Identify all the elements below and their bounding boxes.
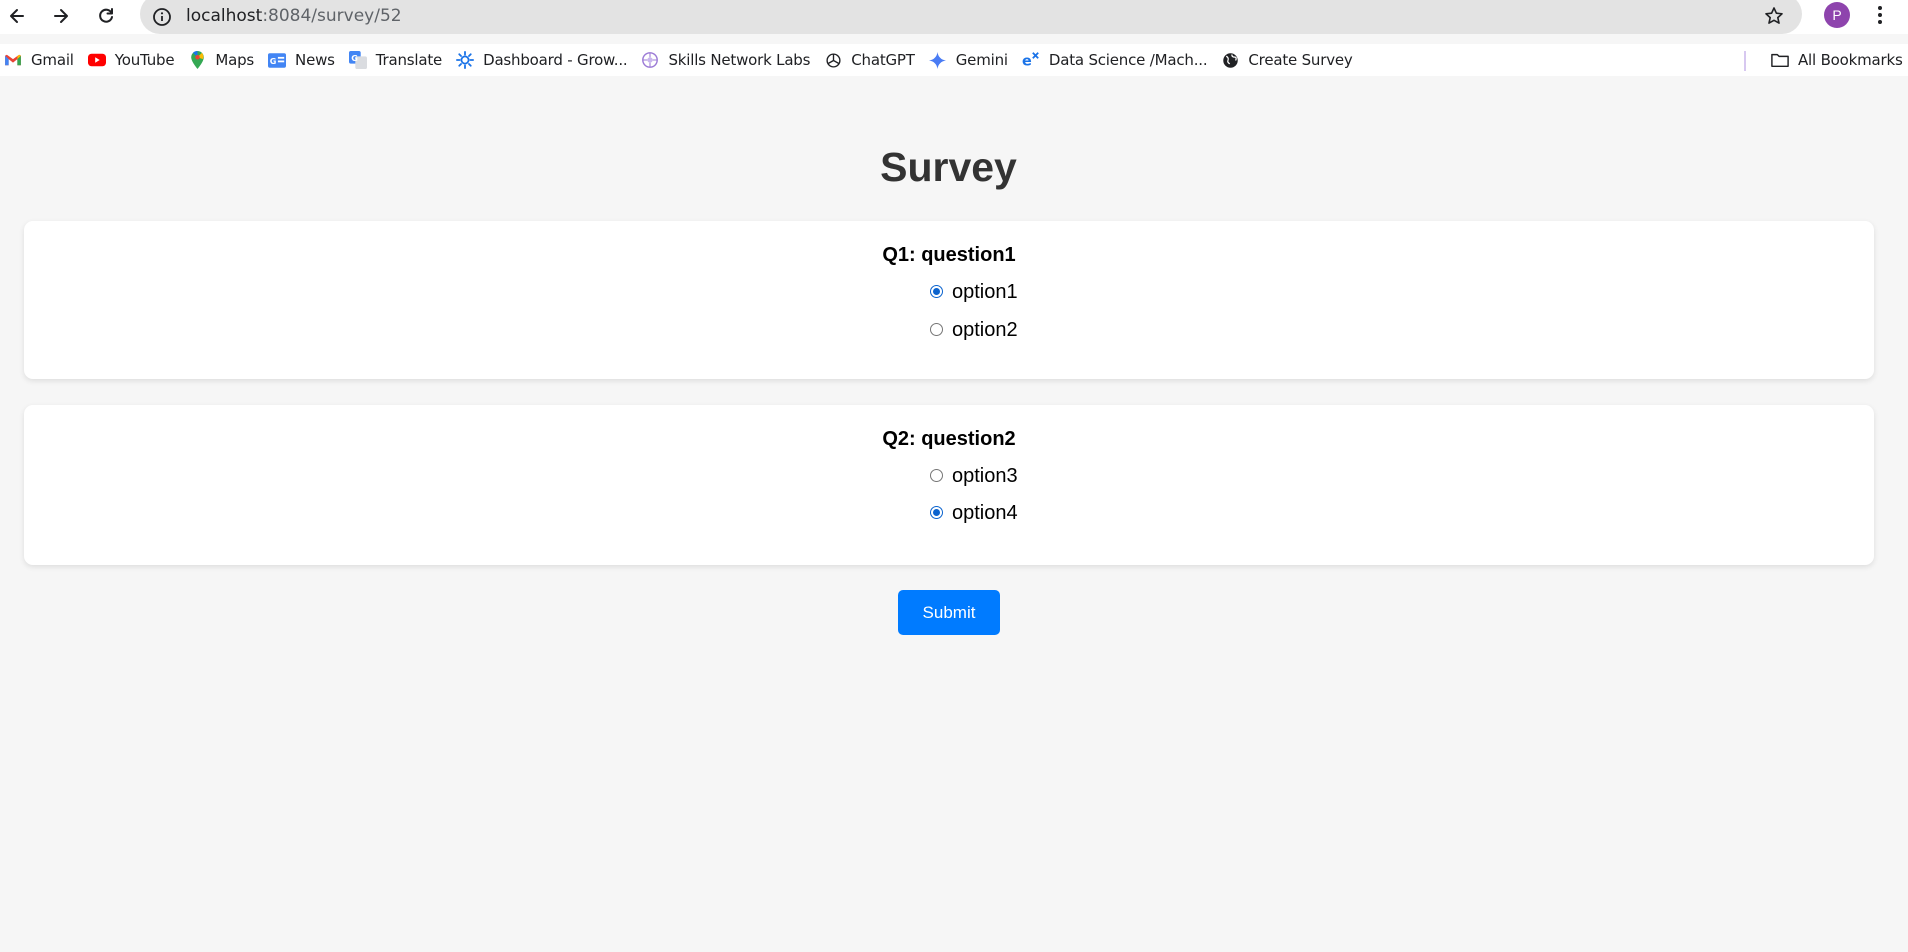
bookmark-data-science[interactable]: e Data Science /Mach... xyxy=(1015,46,1215,74)
bookmark-label: ChatGPT xyxy=(851,51,915,69)
browser-toolbar: localhost:8084/survey/52 P xyxy=(0,0,1908,34)
folder-icon xyxy=(1771,51,1789,69)
option-label: option1 xyxy=(952,281,1018,303)
radio-button-checked[interactable] xyxy=(930,506,943,519)
question-card-2: Q2: question2 option3 option4 xyxy=(24,405,1874,565)
address-bar[interactable]: localhost:8084/survey/52 xyxy=(140,0,1802,34)
option-radio-option2[interactable]: option2 xyxy=(930,319,1018,342)
bookmark-news[interactable]: G News xyxy=(261,46,342,74)
bookmark-maps[interactable]: Maps xyxy=(181,46,261,74)
translate-icon: G xyxy=(348,51,367,69)
radio-button[interactable] xyxy=(930,323,943,336)
profile-avatar[interactable]: P xyxy=(1824,2,1850,28)
url-text[interactable]: localhost:8084/survey/52 xyxy=(186,6,402,26)
bookmark-translate[interactable]: G Translate xyxy=(342,46,449,74)
site-info-icon[interactable] xyxy=(150,5,174,29)
back-button[interactable] xyxy=(2,2,32,30)
option-label: option3 xyxy=(952,465,1018,487)
submit-button[interactable]: Submit xyxy=(898,590,1000,635)
option-radio-option3[interactable]: option3 xyxy=(930,465,1018,488)
bookmark-skills-network[interactable]: Skills Network Labs xyxy=(634,46,817,74)
bookmark-create-survey[interactable]: Create Survey xyxy=(1214,46,1359,74)
option-radio-option4[interactable]: option4 xyxy=(930,502,1018,525)
forward-button[interactable] xyxy=(46,2,76,30)
bookmark-youtube[interactable]: YouTube xyxy=(81,46,182,74)
page-title: Survey xyxy=(880,144,1017,190)
bookmark-label: Maps xyxy=(215,51,255,69)
reload-button[interactable] xyxy=(91,2,121,30)
chatgpt-icon xyxy=(824,51,842,69)
radio-button-checked[interactable] xyxy=(930,285,943,298)
youtube-icon xyxy=(87,51,106,69)
bookmark-label: Data Science /Mach... xyxy=(1048,51,1208,69)
menu-kebab-icon[interactable] xyxy=(1870,2,1890,28)
gmail-icon xyxy=(4,51,22,69)
bookmark-label: Gemini xyxy=(955,51,1008,69)
bookmark-label: News xyxy=(295,51,335,69)
bookmark-gmail[interactable]: Gmail xyxy=(0,46,81,74)
bookmark-chatgpt[interactable]: ChatGPT xyxy=(817,46,922,74)
radio-button[interactable] xyxy=(930,469,943,482)
question-title: Q2: question2 xyxy=(882,428,1016,450)
all-bookmarks-button[interactable]: All Bookmarks xyxy=(1764,46,1908,74)
reload-icon xyxy=(99,8,113,23)
svg-text:e: e xyxy=(1022,53,1032,69)
bookmarks-bar: Gmail YouTube Maps G News G Translate Da… xyxy=(0,44,1908,76)
bookmark-star-icon[interactable] xyxy=(1762,4,1786,28)
gemini-icon xyxy=(929,51,947,69)
globe-icon xyxy=(1221,51,1239,69)
bookmark-label: Skills Network Labs xyxy=(668,51,811,69)
url-path: :8084/survey/52 xyxy=(262,6,402,26)
bookmark-label: Create Survey xyxy=(1248,51,1353,69)
bookmark-label: YouTube xyxy=(114,51,175,69)
bookmark-label: Dashboard - Grow... xyxy=(483,51,628,69)
all-bookmarks-label: All Bookmarks xyxy=(1798,51,1903,69)
svg-text:G: G xyxy=(351,53,358,63)
bookmark-label: Gmail xyxy=(31,51,74,69)
news-icon: G xyxy=(268,51,287,69)
dashboard-icon xyxy=(456,51,475,69)
data-science-icon: e xyxy=(1022,51,1040,69)
svg-text:G: G xyxy=(270,56,277,66)
maps-icon xyxy=(188,51,206,69)
question-card-1: Q1: question1 option1 option2 xyxy=(24,221,1874,379)
bookmark-dashboard[interactable]: Dashboard - Grow... xyxy=(449,46,634,74)
url-host: localhost xyxy=(186,6,263,26)
skills-network-icon xyxy=(641,51,659,69)
option-label: option2 xyxy=(952,319,1018,341)
question-title: Q1: question1 xyxy=(882,244,1016,266)
arrow-left-icon xyxy=(10,9,24,23)
bookmark-label: Translate xyxy=(375,51,443,69)
option-radio-option1[interactable]: option1 xyxy=(930,281,1018,304)
bookmark-gemini[interactable]: Gemini xyxy=(922,46,1015,74)
option-label: option4 xyxy=(952,502,1018,524)
bookmarks-divider xyxy=(1744,51,1746,71)
arrow-right-icon xyxy=(54,9,68,23)
